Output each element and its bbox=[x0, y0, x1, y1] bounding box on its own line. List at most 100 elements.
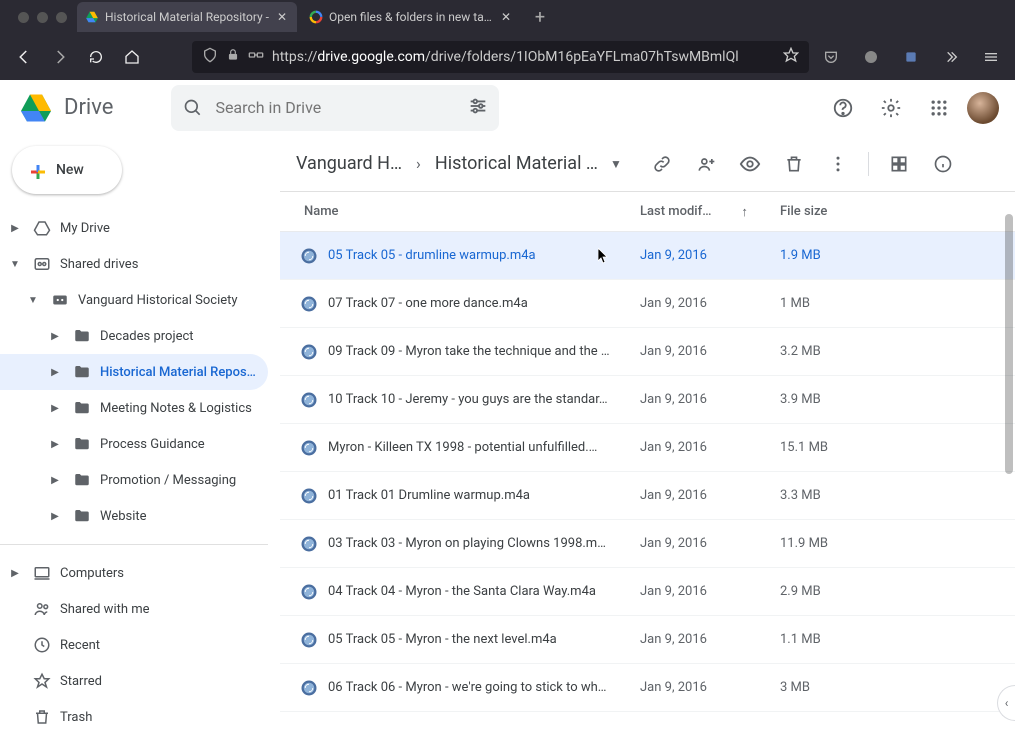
folder-label: Meeting Notes & Logistics bbox=[100, 401, 268, 416]
audio-file-icon bbox=[300, 679, 328, 697]
audio-file-icon bbox=[300, 439, 328, 457]
file-name: 01 Track 01 Drumline warmup.m4a bbox=[328, 488, 640, 503]
sidebar-folder[interactable]: ▶Website bbox=[0, 498, 268, 534]
sidebar-folder[interactable]: ▶Historical Material Repos… bbox=[0, 354, 268, 390]
sidebar-shared-drive[interactable]: ▼ Vanguard Historical Society bbox=[0, 282, 268, 318]
search-options-icon[interactable] bbox=[467, 95, 489, 121]
overflow-icon[interactable] bbox=[937, 43, 965, 71]
more-actions-icon[interactable] bbox=[818, 144, 858, 184]
scrollbar[interactable] bbox=[1005, 214, 1013, 474]
audio-file-icon bbox=[300, 631, 328, 649]
expand-icon[interactable]: ▶ bbox=[6, 223, 24, 234]
maximize-window-icon[interactable] bbox=[56, 12, 67, 23]
expand-icon[interactable]: ▶ bbox=[46, 367, 64, 378]
audio-file-icon bbox=[300, 343, 328, 361]
search-input[interactable] bbox=[215, 98, 457, 117]
expand-icon[interactable]: ▶ bbox=[46, 403, 64, 414]
shared-drives-icon bbox=[30, 255, 54, 273]
file-size: 3.3 MB bbox=[780, 488, 920, 503]
expand-icon[interactable]: ▶ bbox=[6, 568, 24, 579]
expand-icon[interactable]: ▶ bbox=[46, 331, 64, 342]
url-bar[interactable]: https://drive.google.com/drive/folders/1… bbox=[192, 41, 809, 73]
expand-icon[interactable]: ▶ bbox=[46, 439, 64, 450]
expand-icon[interactable]: ▶ bbox=[46, 475, 64, 486]
help-icon[interactable] bbox=[823, 88, 863, 128]
main: New ▶ My Drive ▼ Shared drives ▼ Vanguar… bbox=[0, 136, 1015, 735]
file-row[interactable]: 06 Track 06 - Myron - we're going to sti… bbox=[280, 664, 1015, 712]
permissions-icon[interactable] bbox=[248, 47, 264, 67]
tab-active[interactable]: Historical Material Repository - ✕ bbox=[77, 2, 297, 32]
account-icon[interactable] bbox=[857, 43, 885, 71]
shared-with-me-icon bbox=[30, 600, 54, 618]
extension-icon[interactable] bbox=[897, 43, 925, 71]
new-button[interactable]: New bbox=[12, 146, 122, 194]
sidebar-shared-drives[interactable]: ▼ Shared drives bbox=[0, 246, 268, 282]
audio-file-icon bbox=[300, 295, 328, 313]
back-button[interactable] bbox=[10, 43, 38, 71]
sidebar-computers[interactable]: ▶ Computers bbox=[0, 555, 268, 591]
window-controls[interactable] bbox=[8, 12, 77, 23]
account-avatar[interactable] bbox=[967, 92, 999, 124]
reload-button[interactable] bbox=[82, 43, 110, 71]
tab-inactive[interactable]: Open files & folders in new tab? ✕ bbox=[301, 2, 521, 32]
close-window-icon[interactable] bbox=[18, 12, 29, 23]
file-row[interactable]: 07 Track 07 - one more dance.m4aJan 9, 2… bbox=[280, 280, 1015, 328]
collapse-icon[interactable]: ▼ bbox=[24, 295, 42, 306]
minimize-window-icon[interactable] bbox=[37, 12, 48, 23]
sidebar-shared-with-me[interactable]: Shared with me bbox=[0, 591, 268, 627]
shield-icon[interactable] bbox=[202, 47, 218, 67]
file-row[interactable]: 10 Track 10 - Jeremy - you guys are the … bbox=[280, 376, 1015, 424]
preview-icon[interactable] bbox=[730, 144, 770, 184]
collapse-icon[interactable]: ▼ bbox=[6, 259, 24, 270]
forward-button[interactable] bbox=[46, 43, 74, 71]
file-name: 10 Track 10 - Jeremy - you guys are the … bbox=[328, 392, 640, 407]
dropdown-icon[interactable]: ▼ bbox=[606, 157, 622, 171]
lock-icon[interactable] bbox=[226, 48, 240, 66]
sidebar-folder[interactable]: ▶ Decades project bbox=[0, 318, 268, 354]
file-list[interactable]: 05 Track 05 - drumline warmup.m4aJan 9, … bbox=[280, 232, 1015, 735]
sidebar-recent[interactable]: Recent bbox=[0, 627, 268, 663]
file-row[interactable]: Myron - Killeen TX 1998 - potential unfu… bbox=[280, 424, 1015, 472]
sidebar-my-drive[interactable]: ▶ My Drive bbox=[0, 210, 268, 246]
tab-close-icon[interactable]: ✕ bbox=[499, 10, 513, 24]
sidebar-starred[interactable]: Starred bbox=[0, 663, 268, 699]
delete-icon[interactable] bbox=[774, 144, 814, 184]
column-file-size[interactable]: File size bbox=[780, 204, 920, 219]
column-name[interactable]: Name bbox=[300, 204, 640, 219]
sidebar-trash[interactable]: Trash bbox=[0, 699, 268, 735]
view-details-icon[interactable] bbox=[923, 144, 963, 184]
menu-icon[interactable] bbox=[977, 43, 1005, 71]
apps-icon[interactable] bbox=[919, 88, 959, 128]
file-modified: Jan 9, 2016 bbox=[640, 584, 780, 599]
file-row[interactable]: 05 Track 05 - Myron - the next level.m4a… bbox=[280, 616, 1015, 664]
pocket-icon[interactable] bbox=[817, 43, 845, 71]
file-row[interactable]: 09 Track 09 - Myron take the technique a… bbox=[280, 328, 1015, 376]
get-link-icon[interactable] bbox=[642, 144, 682, 184]
grid-view-icon[interactable] bbox=[879, 144, 919, 184]
breadcrumb-current[interactable]: Historical Material … bbox=[431, 151, 602, 176]
file-name: 09 Track 09 - Myron take the technique a… bbox=[328, 344, 640, 359]
bookmark-star-icon[interactable] bbox=[783, 47, 799, 67]
new-tab-button[interactable]: + bbox=[525, 2, 555, 32]
home-button[interactable] bbox=[118, 43, 146, 71]
tab-close-icon[interactable]: ✕ bbox=[275, 10, 289, 24]
search-bar[interactable] bbox=[171, 85, 499, 131]
share-icon[interactable] bbox=[686, 144, 726, 184]
search-icon bbox=[181, 98, 205, 118]
app-title[interactable]: Drive bbox=[64, 95, 113, 120]
folder-label: Decades project bbox=[100, 329, 268, 344]
sidebar-folder[interactable]: ▶Process Guidance bbox=[0, 426, 268, 462]
sidebar-folder[interactable]: ▶Promotion / Messaging bbox=[0, 462, 268, 498]
sort-ascending-icon[interactable]: ↑ bbox=[741, 204, 748, 220]
breadcrumb-parent[interactable]: Vanguard H… bbox=[292, 151, 406, 176]
drive-logo-icon[interactable] bbox=[16, 88, 56, 128]
file-row[interactable]: 03 Track 03 - Myron on playing Clowns 19… bbox=[280, 520, 1015, 568]
sidebar-folder[interactable]: ▶ Meeting Notes & Logistics bbox=[0, 390, 268, 426]
column-last-modified[interactable]: Last modif…↑ bbox=[640, 204, 780, 220]
settings-icon[interactable] bbox=[871, 88, 911, 128]
file-row[interactable]: 05 Track 05 - drumline warmup.m4aJan 9, … bbox=[280, 232, 1015, 280]
expand-icon[interactable]: ▶ bbox=[46, 511, 64, 522]
chevron-right-icon: › bbox=[410, 154, 427, 173]
file-row[interactable]: 01 Track 01 Drumline warmup.m4aJan 9, 20… bbox=[280, 472, 1015, 520]
file-row[interactable]: 04 Track 04 - Myron - the Santa Clara Wa… bbox=[280, 568, 1015, 616]
